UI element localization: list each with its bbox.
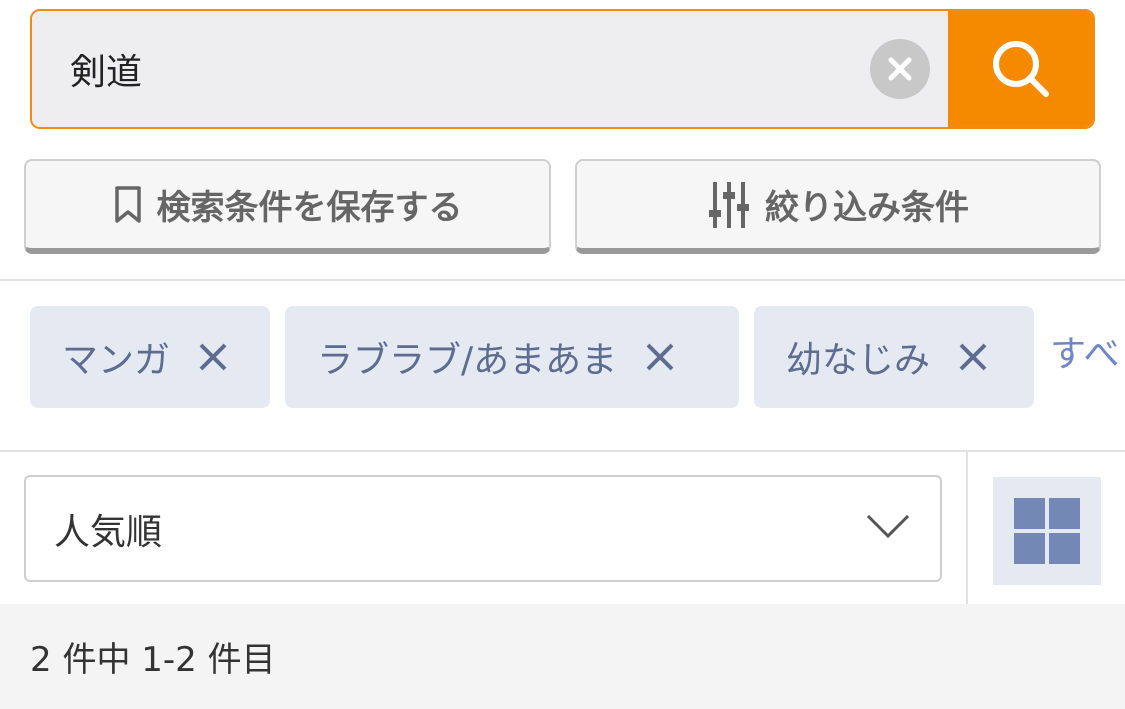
clear-all-tags-link[interactable]: すべ bbox=[1050, 325, 1119, 377]
sliders-icon bbox=[709, 181, 749, 228]
divider bbox=[966, 452, 968, 604]
close-icon[interactable] bbox=[198, 342, 228, 372]
sort-select[interactable]: 人気順 bbox=[24, 475, 942, 582]
search-field bbox=[32, 11, 948, 127]
filter-conditions-button[interactable]: 絞り込み条件 bbox=[575, 159, 1101, 254]
bookmark-icon bbox=[114, 185, 141, 223]
search-input[interactable] bbox=[32, 11, 948, 127]
result-count: 2 件中 1-2 件目 bbox=[30, 640, 276, 680]
clear-circle-icon bbox=[888, 57, 912, 81]
divider bbox=[0, 450, 1125, 452]
search-bar bbox=[30, 9, 1095, 129]
sort-selected-label: 人気順 bbox=[54, 511, 163, 553]
grid-view-icon bbox=[1014, 498, 1080, 564]
tag-chip-label: 幼なじみ bbox=[786, 340, 931, 381]
result-count-bar: 2 件中 1-2 件目 bbox=[0, 604, 1125, 709]
tag-chip[interactable]: ラブラブ/あまあま bbox=[285, 306, 739, 408]
tag-chip-label: マンガ bbox=[62, 340, 171, 381]
close-icon[interactable] bbox=[645, 342, 675, 372]
chevron-down-icon bbox=[866, 514, 910, 538]
search-icon bbox=[992, 41, 1049, 97]
save-search-button[interactable]: 検索条件を保存する bbox=[24, 159, 551, 254]
tag-chip[interactable]: 幼なじみ bbox=[754, 306, 1034, 408]
grid-view-toggle[interactable] bbox=[993, 477, 1101, 585]
close-icon[interactable] bbox=[958, 342, 988, 372]
divider bbox=[0, 279, 1125, 281]
filter-conditions-label: 絞り込み条件 bbox=[765, 188, 969, 228]
save-search-label: 検索条件を保存する bbox=[156, 188, 463, 228]
tag-chip-label: ラブラブ/あまあま bbox=[317, 340, 618, 381]
clear-search-button[interactable] bbox=[870, 39, 930, 99]
search-button[interactable] bbox=[948, 11, 1093, 127]
tag-chip[interactable]: マンガ bbox=[30, 306, 270, 408]
